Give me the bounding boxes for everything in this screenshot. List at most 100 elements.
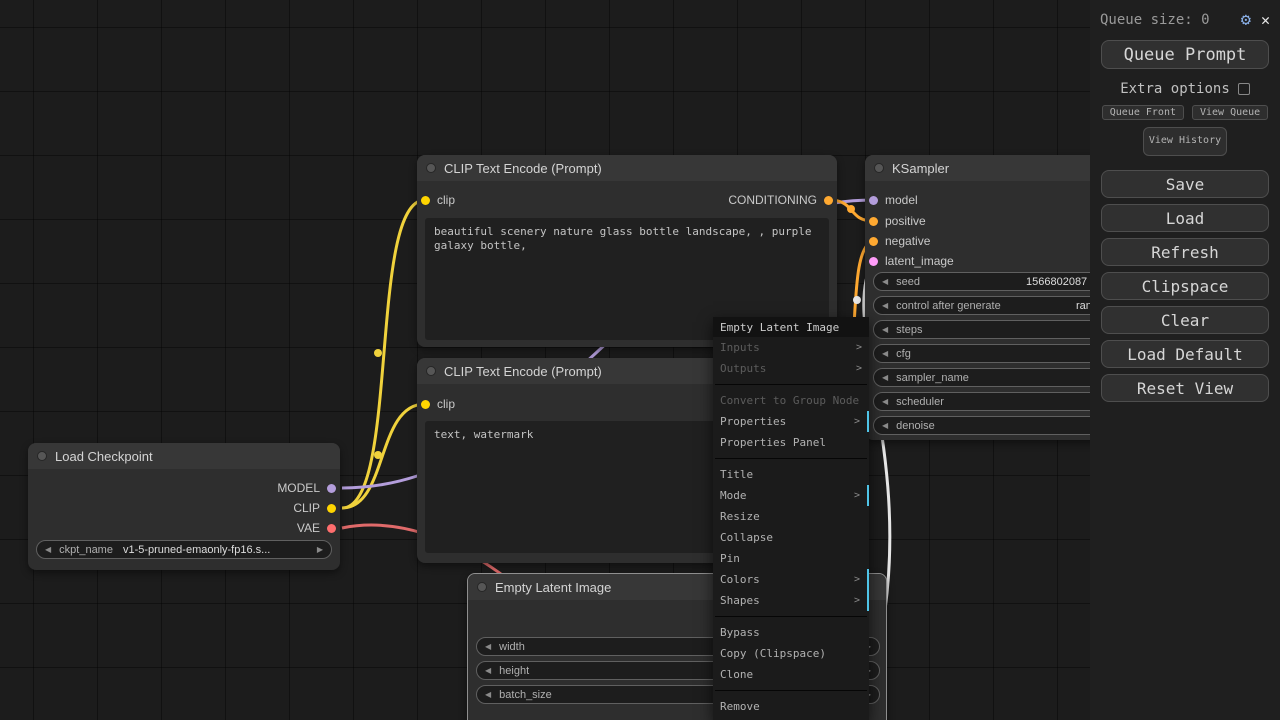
widget-left-arrow-icon[interactable]: ◀: [882, 277, 888, 286]
conditioning-output-dot[interactable]: [824, 196, 833, 205]
widget-value: v1-5-pruned-emaonly-fp16.s...: [123, 544, 270, 556]
save-button[interactable]: Save: [1101, 170, 1269, 198]
menu-item-label: Shapes: [720, 594, 760, 607]
reset-view-button[interactable]: Reset View: [1101, 374, 1269, 402]
menu-item-label: Clone: [720, 668, 753, 681]
close-menu-icon[interactable]: ✕: [1261, 11, 1270, 29]
widget-left-arrow-icon[interactable]: ◀: [882, 373, 888, 382]
model-input-dot[interactable]: [869, 196, 878, 205]
submenu-arrow-icon: >: [854, 574, 860, 585]
widget-left-arrow-icon[interactable]: ◀: [882, 421, 888, 430]
context-menu-item-colors[interactable]: Colors >: [713, 569, 869, 590]
clip-output-dot[interactable]: [327, 504, 336, 513]
node-canvas[interactable]: Load Checkpoint MODEL CLIP VAE ◀ ckpt_na…: [0, 0, 1280, 720]
input-slot-positive[interactable]: positive: [869, 214, 926, 228]
settings-gear-icon[interactable]: ⚙: [1241, 10, 1251, 30]
latent-input-dot[interactable]: [869, 257, 878, 266]
node-context-menu: Empty Latent Image Inputs > Outputs > Co…: [713, 317, 869, 720]
widget-left-arrow-icon[interactable]: ◀: [485, 642, 491, 651]
context-menu-item-shapes[interactable]: Shapes >: [713, 590, 869, 611]
input-slot-model[interactable]: model: [869, 193, 918, 207]
clip-input-dot[interactable]: [421, 400, 430, 409]
context-menu-item-collapse[interactable]: Collapse: [713, 527, 869, 548]
input-slot-latent-image[interactable]: latent_image: [869, 254, 954, 268]
submenu-arrow-icon: >: [854, 595, 860, 606]
refresh-button[interactable]: Refresh: [1101, 238, 1269, 266]
context-menu-item-bypass[interactable]: Bypass: [713, 622, 869, 643]
view-queue-button[interactable]: View Queue: [1192, 105, 1268, 120]
submenu-arrow-icon: >: [854, 490, 860, 501]
widget-label: steps: [896, 324, 922, 336]
menu-item-label: Remove: [720, 700, 760, 713]
clip-input-dot[interactable]: [421, 196, 430, 205]
context-menu-item-properties-panel[interactable]: Properties Panel: [713, 432, 869, 453]
clear-button[interactable]: Clear: [1101, 306, 1269, 334]
collapse-dot[interactable]: [426, 366, 436, 376]
output-slot-vae[interactable]: VAE: [297, 521, 336, 535]
wire-clip-to-negative-prompt: [342, 404, 425, 508]
output-slot-conditioning[interactable]: CONDITIONING: [728, 193, 833, 207]
widget-label: denoise: [896, 420, 935, 432]
clipspace-button[interactable]: Clipspace: [1101, 272, 1269, 300]
input-slot-negative[interactable]: negative: [869, 234, 930, 248]
load-button[interactable]: Load: [1101, 204, 1269, 232]
output-slot-clip[interactable]: CLIP: [293, 501, 336, 515]
menu-separator: [715, 690, 867, 691]
menu-item-label: Bypass: [720, 626, 760, 639]
collapse-dot[interactable]: [426, 163, 436, 173]
comfy-menu-panel: Queue size: 0 ⚙ ✕ Queue Prompt Extra opt…: [1090, 0, 1280, 720]
context-menu-item-copy-clipspace[interactable]: Copy (Clipspace): [713, 643, 869, 664]
collapse-dot[interactable]: [874, 163, 884, 173]
collapse-dot[interactable]: [477, 582, 487, 592]
slot-label: clip: [437, 397, 455, 411]
widget-left-arrow-icon[interactable]: ◀: [882, 397, 888, 406]
wire-clip-to-positive-prompt: [342, 200, 425, 508]
menu-item-label: Mode: [720, 489, 747, 502]
queue-prompt-button[interactable]: Queue Prompt: [1101, 40, 1269, 69]
load-default-button[interactable]: Load Default: [1101, 340, 1269, 368]
widget-left-arrow-icon[interactable]: ◀: [882, 301, 888, 310]
slot-label: CLIP: [293, 501, 320, 515]
context-menu-item-pin[interactable]: Pin: [713, 548, 869, 569]
slot-label: positive: [885, 214, 926, 228]
widget-left-arrow-icon[interactable]: ◀: [485, 690, 491, 699]
ckpt-name-widget[interactable]: ◀ ckpt_name v1-5-pruned-emaonly-fp16.s..…: [36, 540, 332, 559]
widget-label: height: [499, 665, 529, 677]
widget-left-arrow-icon[interactable]: ◀: [45, 545, 51, 554]
widget-value: 1566802087: [1026, 276, 1087, 288]
model-output-dot[interactable]: [327, 484, 336, 493]
menu-separator: [715, 384, 867, 385]
input-slot-clip[interactable]: clip: [421, 397, 455, 411]
context-menu-item-mode[interactable]: Mode >: [713, 485, 869, 506]
context-menu-item-title[interactable]: Title: [713, 464, 869, 485]
link-dot: [853, 296, 861, 304]
collapse-dot[interactable]: [37, 451, 47, 461]
input-slot-clip[interactable]: clip: [421, 193, 455, 207]
queue-front-button[interactable]: Queue Front: [1102, 105, 1184, 120]
slot-label: latent_image: [885, 254, 954, 268]
node-load-checkpoint[interactable]: Load Checkpoint MODEL CLIP VAE ◀ ckpt_na…: [28, 443, 340, 570]
widget-left-arrow-icon[interactable]: ◀: [882, 325, 888, 334]
view-history-button[interactable]: View History: [1143, 127, 1227, 156]
context-menu-item-remove[interactable]: Remove: [713, 696, 869, 717]
output-slot-model[interactable]: MODEL: [277, 481, 336, 495]
widget-left-arrow-icon[interactable]: ◀: [882, 349, 888, 358]
menu-item-label: Collapse: [720, 531, 773, 544]
slot-label: clip: [437, 193, 455, 207]
context-menu-item-properties[interactable]: Properties >: [713, 411, 869, 432]
negative-input-dot[interactable]: [869, 237, 878, 246]
slot-label: CONDITIONING: [728, 193, 817, 207]
menu-item-label: Properties: [720, 415, 786, 428]
vae-output-dot[interactable]: [327, 524, 336, 533]
positive-input-dot[interactable]: [869, 217, 878, 226]
menu-item-label: Colors: [720, 573, 760, 586]
extra-options-checkbox[interactable]: [1238, 83, 1250, 95]
context-menu-item-clone[interactable]: Clone: [713, 664, 869, 685]
widget-label: seed: [896, 276, 920, 288]
widget-label: scheduler: [896, 396, 944, 408]
context-menu-item-outputs: Outputs >: [713, 358, 869, 379]
widget-label: sampler_name: [896, 372, 969, 384]
context-menu-item-resize[interactable]: Resize: [713, 506, 869, 527]
widget-left-arrow-icon[interactable]: ◀: [485, 666, 491, 675]
widget-right-arrow-icon[interactable]: ▶: [317, 545, 323, 554]
